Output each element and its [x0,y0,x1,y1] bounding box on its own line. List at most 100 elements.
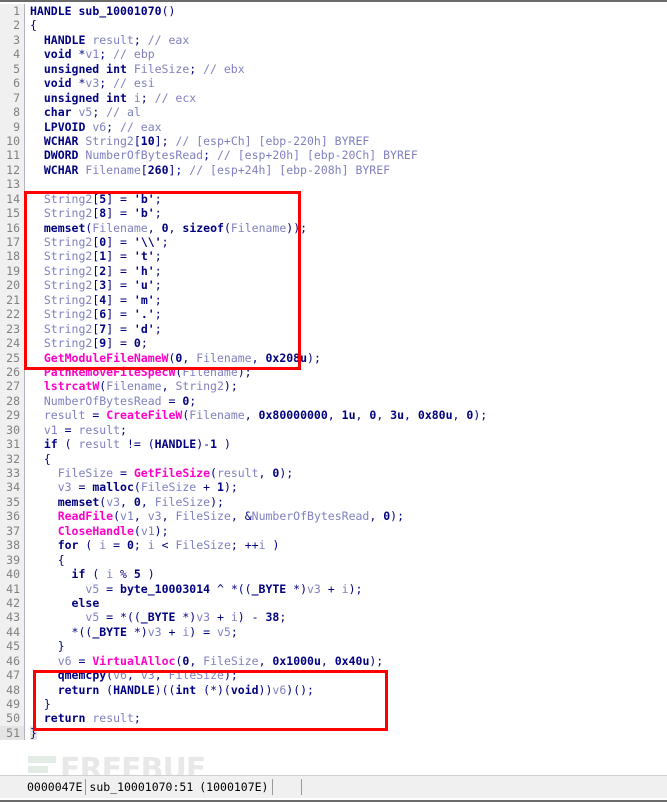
code-line[interactable]: 38 for ( i = 0; i < FileSize; ++i ) [0,538,667,553]
code-line[interactable]: 29 result = CreateFileW(Filename, 0x8000… [0,408,667,423]
code-line[interactable]: 34 v3 = malloc(FileSize + 1); [0,480,667,495]
code-line[interactable]: 8 char v5; // al [0,105,667,120]
code-line[interactable]: 36 ReadFile(v1, v3, FileSize, &NumberOfB… [0,509,667,524]
code-line[interactable]: 37 CloseHandle(v1); [0,523,667,539]
code-line[interactable]: 1 HANDLE sub_10001070() [0,4,667,19]
code-line[interactable]: 12 WCHAR Filename[260]; // [esp+24h] [eb… [0,162,667,178]
code-text[interactable]: v1 = result; [30,423,127,437]
code-text[interactable]: if ( result != (HANDLE)-1 ) [30,437,231,451]
code-line[interactable]: 30 v1 = result; [0,422,667,438]
code-text[interactable]: void *v1; // ebp [30,47,155,61]
code-line[interactable]: 51} [0,725,667,741]
code-text[interactable]: else [30,596,100,610]
code-text[interactable]: FileSize = GetFileSize(result, 0); [30,466,293,480]
code-line[interactable]: 17 String2[0] = '\\'; [0,235,667,250]
code-text[interactable]: v5 = byte_10003014 ^ *((_BYTE *)v3 + i); [30,582,362,596]
pseudocode-code-area[interactable]: 1 HANDLE sub_10001070() 2{3 HANDLE result;… [0,4,667,761]
code-text[interactable]: char v5; // al [30,105,141,119]
code-text[interactable]: unsigned int FileSize; // ebx [30,62,245,76]
code-text[interactable]: return (HANDLE)((int (*)(void))v6)(); [30,683,314,697]
code-text[interactable]: { [30,452,51,466]
code-line[interactable]: 7 unsigned int i; // ecx [0,90,667,106]
code-text[interactable]: void *v3; // esi [30,76,155,90]
code-line[interactable]: 43 v5 = *((_BYTE *)v3 + i) - 38; [0,610,667,625]
code-text[interactable]: v6 = VirtualAlloc(0, FileSize, 0x1000u, … [30,654,384,668]
code-line[interactable]: 16 memset(Filename, 0, sizeof(Filename))… [0,220,667,236]
code-line[interactable]: 23 String2[7] = 'd'; [0,321,667,337]
code-text[interactable]: *((_BYTE *)v3 + i) = v5; [30,625,238,639]
code-text[interactable]: { [30,18,37,32]
code-line[interactable]: 21 String2[4] = 'm'; [0,292,667,308]
code-text[interactable]: LPVOID v6; // eax [30,120,162,134]
code-line[interactable]: 19 String2[2] = 'h'; [0,263,667,279]
code-line[interactable]: 27 lstrcatW(Filename, String2); [0,379,667,394]
code-line[interactable]: 18 String2[1] = 't'; [0,249,667,264]
code-line[interactable]: 2{ [0,18,667,33]
code-text[interactable]: String2[5] = 'b'; [30,192,162,206]
code-line[interactable]: 32 { [0,451,667,467]
code-text[interactable]: String2[6] = '.'; [30,307,162,321]
code-text[interactable]: PathRemoveFileSpecW(Filename); [30,365,252,379]
code-text[interactable]: for ( i = 0; i < FileSize; ++i ) [30,538,280,552]
code-line[interactable]: 45 } [0,639,667,654]
code-text[interactable]: result = CreateFileW(Filename, 0x8000000… [30,408,487,422]
code-text[interactable]: } [30,725,37,741]
code-text[interactable]: } [30,697,51,711]
code-line[interactable]: 5 unsigned int FileSize; // ebx [0,61,667,77]
code-text[interactable]: WCHAR Filename[260]; // [esp+24h] [ebp-2… [30,163,390,177]
code-text[interactable]: { [30,553,65,567]
code-text[interactable]: lstrcatW(Filename, String2); [30,379,238,393]
code-line[interactable]: 39 { [0,552,667,568]
code-text[interactable]: String2[0] = '\\'; [30,235,169,249]
code-line[interactable]: 22 String2[6] = '.'; [0,307,667,322]
code-line[interactable]: 10 WCHAR String2[10]; // [esp+Ch] [ebp-2… [0,133,667,149]
code-text[interactable]: NumberOfBytesRead = 0; [30,394,196,408]
code-line[interactable]: 35 memset(v3, 0, FileSize); [0,494,667,510]
code-text[interactable]: String2[3] = 'u'; [30,278,162,292]
code-line[interactable]: 47 qmemcpy(v6, v3, FileSize); [0,668,667,683]
code-text[interactable]: String2[8] = 'b'; [30,206,162,220]
code-text[interactable]: HANDLE result; // eax [30,33,189,47]
code-text[interactable]: String2[2] = 'h'; [30,264,162,278]
code-line[interactable]: 44 *((_BYTE *)v3 + i) = v5; [0,624,667,640]
code-line[interactable]: 48 return (HANDLE)((int (*)(void))v6)(); [0,682,667,698]
code-text[interactable]: if ( i % 5 ) [30,567,155,581]
code-line[interactable]: 25 GetModuleFileNameW(0, Filename, 0x208… [0,350,667,365]
code-line[interactable]: 15 String2[8] = 'b'; [0,206,667,221]
code-line[interactable]: 49 } [0,697,667,712]
code-line[interactable]: 20 String2[3] = 'u'; [0,278,667,293]
code-line[interactable]: 46 v6 = VirtualAlloc(0, FileSize, 0x1000… [0,653,667,669]
code-text[interactable]: v5 = *((_BYTE *)v3 + i) - 38; [30,610,286,624]
code-line[interactable]: 9 LPVOID v6; // eax [0,119,667,134]
code-text[interactable]: memset(Filename, 0, sizeof(Filename)); [30,221,307,235]
code-text[interactable]: HANDLE sub_10001070() [30,4,175,18]
code-line[interactable]: 3 HANDLE result; // eax [0,32,667,48]
code-line[interactable]: 42 else [0,595,667,611]
code-text[interactable]: } [30,639,65,653]
code-line[interactable]: 4 void *v1; // ebp [0,47,667,62]
code-line[interactable]: 50 return result; [0,711,667,726]
code-line[interactable]: 40 if ( i % 5 ) [0,567,667,582]
code-line[interactable]: 6 void *v3; // esi [0,76,667,91]
code-line[interactable]: 28 NumberOfBytesRead = 0; [0,393,667,409]
code-line[interactable]: 41 v5 = byte_10003014 ^ *((_BYTE *)v3 + … [0,581,667,596]
code-text[interactable]: v3 = malloc(FileSize + 1); [30,480,238,494]
code-text[interactable]: WCHAR String2[10]; // [esp+Ch] [ebp-220h… [30,134,369,148]
code-text[interactable]: String2[4] = 'm'; [30,293,162,307]
code-line[interactable]: 13 [0,177,667,192]
code-text[interactable]: String2[1] = 't'; [30,249,162,263]
code-line[interactable]: 11 DWORD NumberOfBytesRead; // [esp+20h]… [0,148,667,163]
code-text[interactable]: ReadFile(v1, v3, FileSize, &NumberOfByte… [30,509,404,523]
code-text[interactable]: GetModuleFileNameW(0, Filename, 0x208u); [30,351,321,365]
code-line[interactable]: 26 PathRemoveFileSpecW(Filename); [0,364,667,380]
code-line[interactable]: 33 FileSize = GetFileSize(result, 0); [0,466,667,481]
code-text[interactable]: CloseHandle(v1); [30,524,169,538]
code-text[interactable]: qmemcpy(v6, v3, FileSize); [30,668,238,682]
code-line[interactable]: 31 if ( result != (HANDLE)-1 ) [0,437,667,452]
code-text[interactable]: return result; [30,711,141,725]
code-line[interactable]: 24 String2[9] = 0; [0,336,667,351]
code-text[interactable]: DWORD NumberOfBytesRead; // [esp+20h] [e… [30,148,418,162]
code-text[interactable]: memset(v3, 0, FileSize); [30,495,224,509]
code-text[interactable]: String2[7] = 'd'; [30,322,162,336]
code-text[interactable]: unsigned int i; // ecx [30,91,196,105]
